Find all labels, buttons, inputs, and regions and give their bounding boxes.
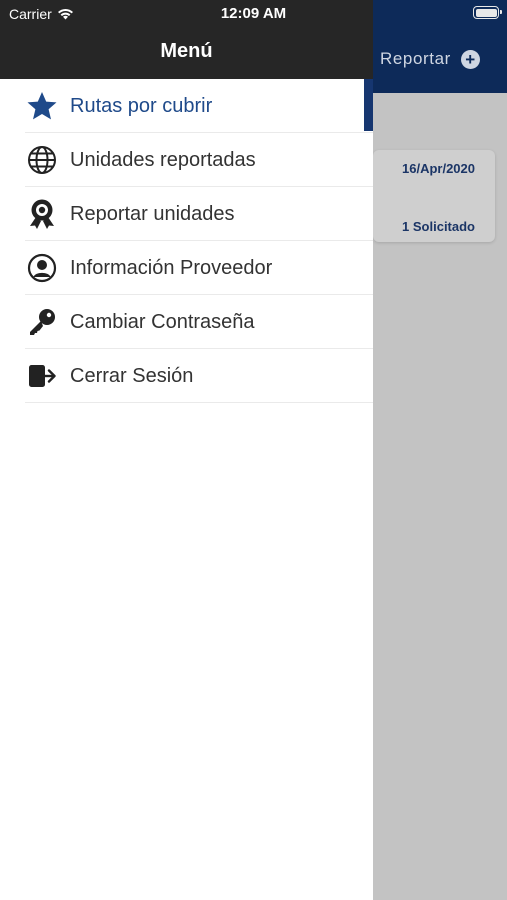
- active-indicator: [364, 79, 373, 131]
- star-icon: [26, 90, 58, 122]
- plus-circle-icon: +: [460, 49, 480, 69]
- key-icon: [26, 306, 58, 338]
- menu-item-unidades-reportadas[interactable]: Unidades reportadas: [0, 133, 373, 187]
- menu-item-label: Unidades reportadas: [70, 148, 256, 171]
- globe-icon: [26, 144, 58, 176]
- logout-icon: [26, 360, 58, 392]
- status-bar: Carrier 12:09 AM: [0, 0, 373, 28]
- menu-list: Rutas por cubrir Unidades reportadas Rep…: [0, 79, 373, 403]
- award-icon: [26, 198, 58, 230]
- menu-item-cambiar-contrasena[interactable]: Cambiar Contraseña: [0, 295, 373, 349]
- menu-item-label: Rutas por cubrir: [70, 94, 213, 117]
- clock: 12:09 AM: [220, 5, 287, 22]
- menu-item-label: Reportar unidades: [70, 202, 235, 225]
- report-button[interactable]: Reportar +: [380, 49, 480, 69]
- menu-item-informacion-proveedor[interactable]: Información Proveedor: [0, 241, 373, 295]
- menu-title: Menú: [160, 40, 213, 62]
- background-screen: Reportar + 16/Apr/2020 1 Solicitado: [373, 0, 507, 900]
- user-circle-icon: [26, 252, 58, 284]
- menu-item-reportar-unidades[interactable]: Reportar unidades: [0, 187, 373, 241]
- report-button-label: Reportar: [380, 49, 451, 68]
- menu-item-label: Cambiar Contraseña: [70, 310, 255, 333]
- menu-item-cerrar-sesion[interactable]: Cerrar Sesión: [0, 349, 373, 403]
- drawer-header: Carrier 12:09 AM Menú: [0, 0, 373, 79]
- card-date: 16/Apr/2020: [402, 161, 475, 176]
- route-card[interactable]: 16/Apr/2020 1 Solicitado: [373, 150, 495, 242]
- menu-item-rutas-por-cubrir[interactable]: Rutas por cubrir: [0, 79, 373, 133]
- side-drawer: Carrier 12:09 AM Menú Rutas por cubrir U…: [0, 0, 373, 900]
- card-status: 1 Solicitado: [402, 219, 475, 234]
- menu-item-label: Información Proveedor: [70, 256, 273, 279]
- menu-item-label: Cerrar Sesión: [70, 364, 194, 387]
